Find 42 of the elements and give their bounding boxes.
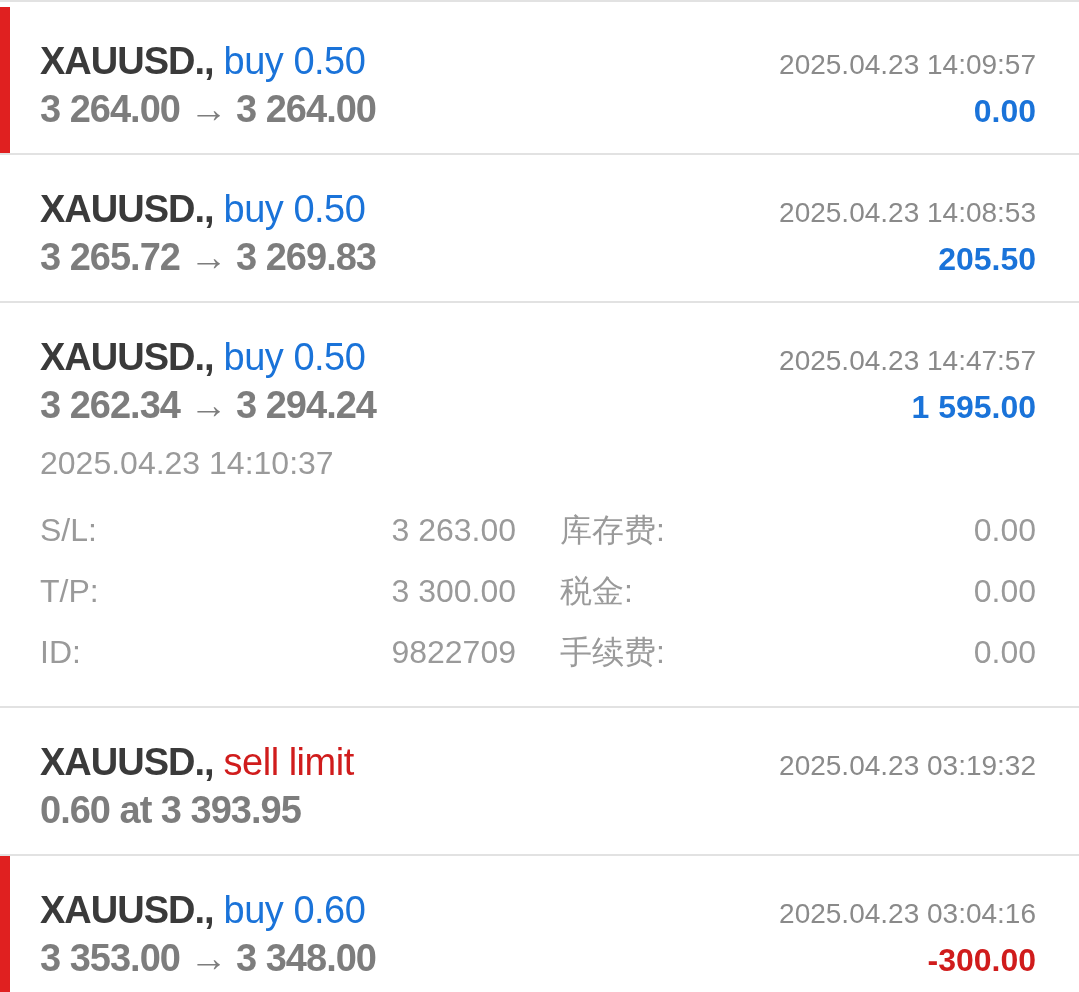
symbol-text: XAUUSD.,: [40, 740, 214, 785]
detail-label: 库存费:: [560, 510, 665, 550]
detail-value: 3 263.00: [390, 510, 516, 550]
price-text: 3 353.00 → 3 348.00: [40, 936, 376, 981]
detail-value: 0.00: [973, 510, 1036, 550]
order-type-text: buy 0.50: [223, 335, 366, 380]
order-row[interactable]: XAUUSD., buy 0.60 2025.04.23 03:04:16 3 353.00 → 3 348.00 -300.00: [0, 856, 1079, 992]
detail-value: 0.00: [973, 571, 1036, 611]
order-row[interactable]: XAUUSD., buy 0.50 2025.04.23 14:09:57 3 264.00 → 3 264.00 0.00: [0, 7, 1079, 155]
profit-text: 1 595.00: [911, 388, 1036, 427]
order-type-text: sell limit: [223, 740, 354, 785]
order-row[interactable]: XAUUSD., buy 0.50 2025.04.23 14:47:57 3 262.34 → 3 294.24 1 595.00 2025.04.23 14:10:37 S/L: 3 263.00 库存费: 0.00 T/P: 3 300.00 税金: 0.00 ID: 9822709 手续费: 0.00: [0, 303, 1079, 708]
profit-text: -300.00: [927, 941, 1036, 980]
detail-label: T/P:: [40, 571, 100, 611]
order-type-text: buy 0.50: [223, 187, 366, 232]
detail-label: ID:: [40, 632, 82, 672]
detail-value: 3 300.00: [390, 571, 516, 611]
detail-label: S/L:: [40, 510, 98, 550]
time-text: 2025.04.23 14:47:57: [779, 344, 1036, 378]
price-text: 3 262.34 → 3 294.24: [40, 383, 376, 428]
symbol-text: XAUUSD.,: [40, 335, 214, 380]
time-text: 2025.04.23 14:08:53: [779, 196, 1036, 230]
profit-text: 0.00: [973, 92, 1036, 131]
symbol-text: XAUUSD.,: [40, 888, 214, 933]
detail-label: 手续费:: [560, 632, 665, 672]
price-text: 3 265.72 → 3 269.83: [40, 235, 376, 280]
symbol-text: XAUUSD.,: [40, 187, 214, 232]
order-row[interactable]: XAUUSD., sell limit 2025.04.23 03:19:32 0.60 at 3 393.95: [0, 708, 1079, 856]
order-type-text: buy 0.50: [223, 39, 366, 84]
order-row[interactable]: XAUUSD., buy 0.50 2025.04.23 14:08:53 3 265.72 → 3 269.83 205.50: [0, 155, 1079, 303]
profit-text: 205.50: [938, 240, 1036, 279]
open-time-text: 2025.04.23 14:10:37: [40, 444, 335, 483]
time-text: 2025.04.23 03:19:32: [779, 749, 1036, 783]
detail-value: 9822709: [390, 632, 516, 672]
detail-label: 税金:: [560, 571, 633, 611]
order-type-text: buy 0.60: [223, 888, 366, 933]
price-text: 0.60 at 3 393.95: [40, 788, 301, 833]
symbol-text: XAUUSD.,: [40, 39, 214, 84]
price-text: 3 264.00 → 3 264.00: [40, 87, 376, 132]
detail-value: 0.00: [973, 632, 1036, 672]
time-text: 2025.04.23 14:09:57: [779, 48, 1036, 82]
time-text: 2025.04.23 03:04:16: [779, 897, 1036, 931]
